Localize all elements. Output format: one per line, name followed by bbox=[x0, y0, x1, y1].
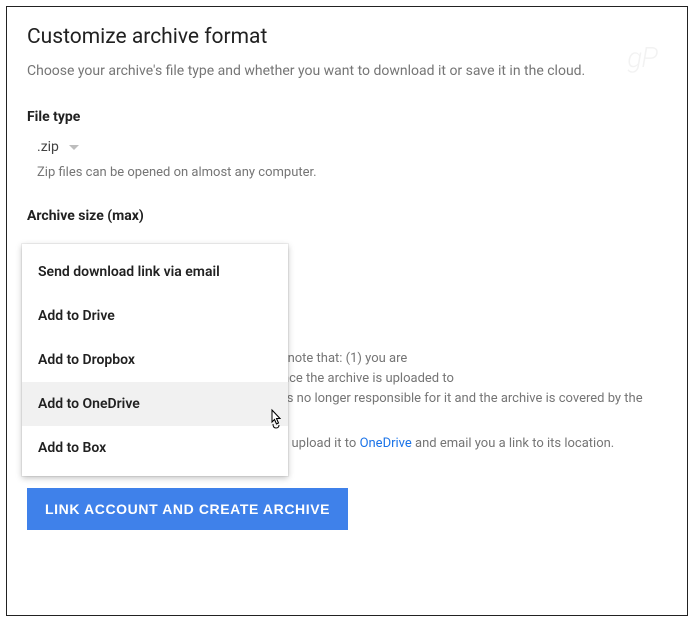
file-type-value: .zip bbox=[37, 139, 59, 155]
dropdown-item-box[interactable]: Add to Box bbox=[22, 426, 288, 470]
page-subtitle: Choose your archive's file type and whet… bbox=[27, 63, 667, 79]
dropdown-item-drive[interactable]: Add to Drive bbox=[22, 294, 288, 338]
file-type-select[interactable]: .zip bbox=[37, 139, 667, 155]
dropdown-item-email[interactable]: Send download link via email bbox=[22, 250, 288, 294]
delivery-method-dropdown[interactable]: Send download link via email Add to Driv… bbox=[22, 244, 288, 476]
watermark: gP bbox=[627, 41, 657, 74]
dropdown-item-dropbox[interactable]: Add to Dropbox bbox=[22, 338, 288, 382]
file-type-helper: Zip files can be opened on almost any co… bbox=[37, 165, 667, 180]
page-title: Customize archive format bbox=[27, 25, 667, 49]
archive-size-label: Archive size (max) bbox=[27, 208, 667, 224]
onedrive-link[interactable]: OneDrive bbox=[360, 436, 412, 451]
file-type-label: File type bbox=[27, 109, 667, 125]
dropdown-item-onedrive[interactable]: Add to OneDrive bbox=[22, 382, 288, 426]
link-and-create-button[interactable]: LINK ACCOUNT AND CREATE ARCHIVE bbox=[27, 488, 348, 530]
caret-down-icon bbox=[69, 145, 79, 150]
